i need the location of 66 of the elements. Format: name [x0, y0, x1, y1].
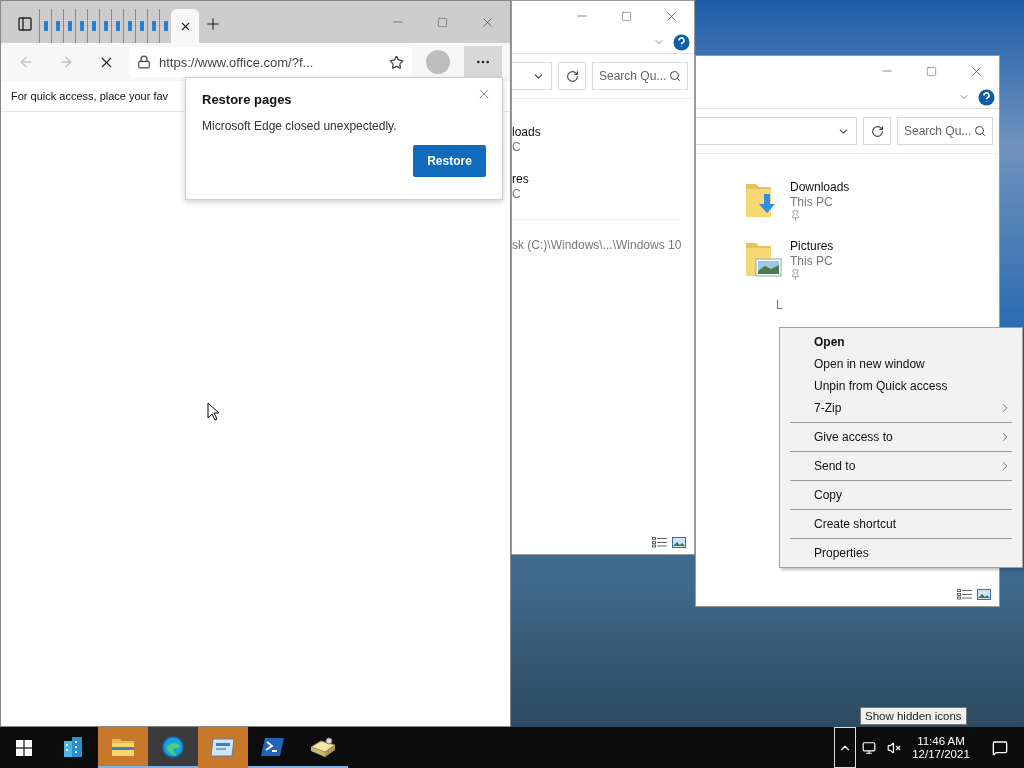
notifications-icon — [992, 739, 1008, 756]
large-icons-view-icon[interactable] — [672, 536, 686, 548]
refresh-icon — [870, 124, 884, 138]
file-path: sk (C:)\Windows\...\Windows 10 — [512, 238, 682, 252]
search-field[interactable]: Search Qu... — [897, 117, 993, 145]
profile-avatar[interactable] — [426, 50, 450, 74]
muted-speaker-icon — [887, 740, 901, 755]
menu-item[interactable]: Create shortcut — [782, 513, 1020, 535]
tooltip: Show hidden icons — [860, 707, 967, 725]
large-icons-view-icon[interactable] — [977, 588, 991, 600]
forward-arrow-icon — [58, 54, 74, 70]
folder-location: This PC — [790, 254, 834, 268]
address-bar[interactable] — [696, 117, 857, 145]
sidebar-panel-icon — [17, 16, 33, 32]
maximize-icon — [437, 16, 448, 28]
address-bar[interactable] — [512, 62, 552, 90]
favorites-bar-hint: For quick access, place your fav — [11, 90, 169, 102]
menu-item[interactable]: 7-Zip — [782, 397, 1020, 419]
restore-button[interactable]: Restore — [413, 145, 486, 177]
taskbar-app-button[interactable] — [148, 727, 198, 768]
show-hidden-icons-button[interactable] — [834, 727, 856, 768]
refresh-button[interactable] — [558, 62, 586, 90]
pin-icon — [790, 269, 801, 280]
menu-item[interactable]: Open in new window — [782, 353, 1020, 375]
section-label: L — [775, 298, 783, 312]
folder-name[interactable]: res — [512, 172, 694, 186]
plus-icon — [204, 15, 222, 33]
refresh-button[interactable] — [863, 117, 891, 145]
menu-item[interactable]: Unpin from Quick access — [782, 375, 1020, 397]
details-view-icon[interactable] — [957, 588, 973, 600]
clock[interactable]: 11:46 AM 12/17/2021 — [906, 727, 976, 768]
windows-logo-icon — [16, 739, 32, 756]
terminal-icon — [261, 735, 285, 758]
folder-location: This PC — [790, 195, 834, 209]
help-icon[interactable] — [673, 33, 690, 51]
maximize-icon — [621, 10, 632, 22]
menu-item[interactable]: Copy — [782, 484, 1020, 506]
popup-title: Restore pages — [202, 92, 293, 107]
favorite-star-icon[interactable] — [389, 54, 404, 70]
refresh-icon — [565, 69, 579, 83]
folder-location: C — [512, 140, 522, 154]
pin-icon — [790, 210, 801, 221]
folder-location: C — [512, 187, 522, 201]
drive-icon — [309, 734, 337, 759]
browser-tab[interactable] — [171, 9, 199, 43]
folder-name[interactable]: loads — [512, 125, 694, 139]
window-icon — [210, 735, 236, 758]
menu-item[interactable]: Send to — [782, 455, 1020, 477]
menu-item[interactable]: Open — [782, 331, 1020, 353]
lock-icon — [137, 55, 151, 69]
search-icon — [974, 125, 986, 137]
address-bar[interactable]: https://www.office.com/?f... — [129, 47, 412, 77]
popup-message: Microsoft Edge closed unexpectedly. — [202, 119, 398, 133]
details-view-icon[interactable] — [652, 536, 668, 548]
search-field[interactable]: Search Qu... — [592, 62, 688, 90]
menu-item[interactable]: Give access to — [782, 426, 1020, 448]
search-icon — [669, 70, 681, 82]
menu-item[interactable]: Properties — [782, 542, 1020, 564]
server-building-icon — [61, 734, 85, 759]
folder-name[interactable]: Downloads — [790, 180, 850, 194]
browser-icon — [161, 734, 185, 759]
network-icon — [862, 740, 876, 755]
folder-name[interactable]: Pictures — [790, 239, 834, 253]
mouse-pointer-icon — [207, 402, 219, 421]
help-icon[interactable] — [978, 88, 995, 106]
maximize-icon — [926, 65, 937, 77]
